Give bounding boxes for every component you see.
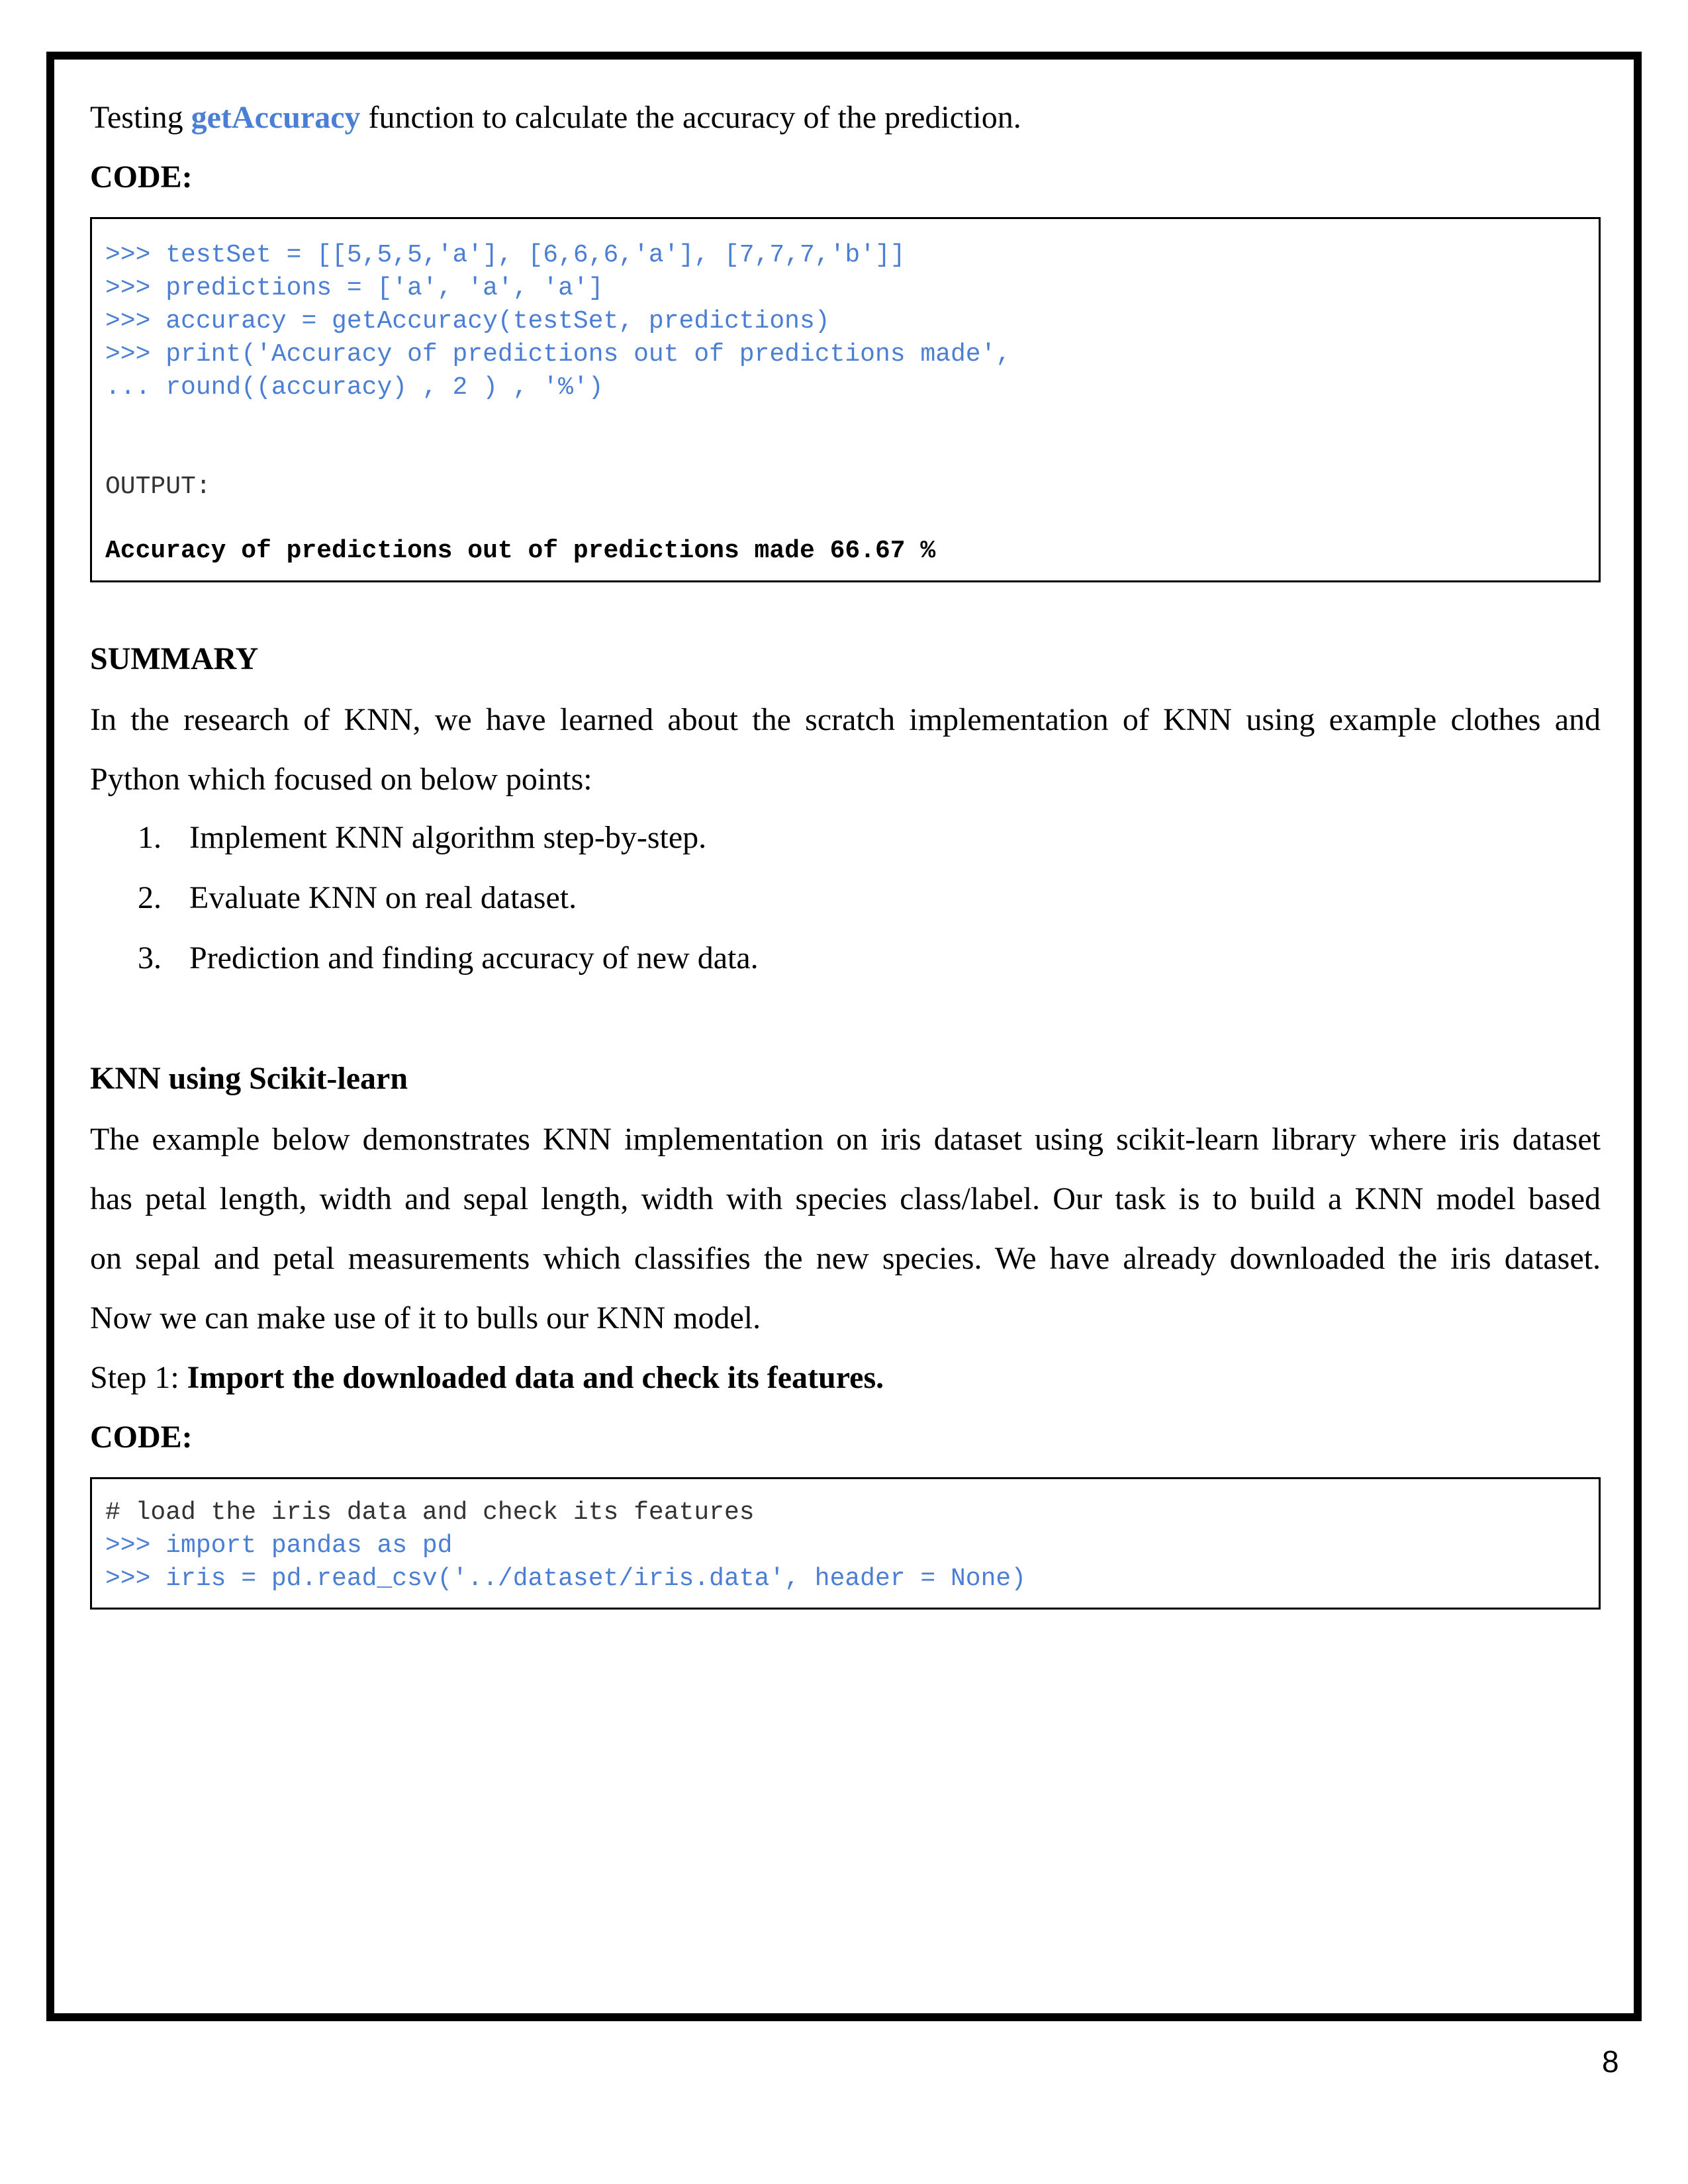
summary-line: In the research of KNN, we have learned … (90, 702, 1601, 737)
code-block: >>> testSet = [[5,5,5,'a'], [6,6,6,'a'],… (90, 217, 1601, 582)
list-number: 3. (138, 940, 162, 976)
intro-suffix: function to calculate the accuracy of th… (360, 100, 1021, 135)
step-prefix: Step 1: (90, 1360, 187, 1395)
function-name: getAccuracy (191, 100, 361, 135)
output-text: Accuracy of predictions out of predictio… (105, 537, 936, 565)
step-line: Step 1: Import the downloaded data and c… (90, 1358, 884, 1398)
code-line: >>> import pandas as pd (105, 1531, 453, 1560)
summary-line: Python which focused on below points: (90, 762, 592, 797)
list-number: 1. (138, 820, 162, 855)
code-line: >>> testSet = [[5,5,5,'a'], [6,6,6,'a'],… (105, 241, 906, 269)
code-block: # load the iris data and check its featu… (90, 1477, 1601, 1610)
list-item: Prediction and finding accuracy of new d… (189, 940, 759, 976)
output-label: OUTPUT: (105, 473, 211, 501)
code-line: >>> iris = pd.read_csv('../dataset/iris.… (105, 1565, 1027, 1593)
code-line: ... round((accuracy) , 2 ) , '%') (105, 373, 604, 402)
list-item: Implement KNN algorithm step-by-step. (189, 820, 707, 855)
paragraph-line: has petal length, width and sepal length… (90, 1181, 1601, 1216)
code-line: >>> print('Accuracy of predictions out o… (105, 340, 1011, 369)
code-label: CODE: (90, 159, 193, 195)
intro-prefix: Testing (90, 100, 191, 135)
intro-line: Testing getAccuracy function to calculat… (90, 98, 1021, 138)
step-text: Import the downloaded data and check its… (187, 1360, 884, 1395)
list-item: Evaluate KNN on real dataset. (189, 880, 577, 915)
paragraph-line: The example below demonstrates KNN imple… (90, 1122, 1601, 1157)
section-heading: KNN using Scikit-learn (90, 1061, 408, 1096)
code-line: >>> predictions = ['a', 'a', 'a'] (105, 274, 604, 302)
list-number: 2. (138, 880, 162, 915)
page-number: 8 (1602, 2044, 1619, 2079)
paragraph-line: Now we can make use of it to bulls our K… (90, 1300, 761, 1336)
code-comment: # load the iris data and check its featu… (105, 1498, 755, 1527)
summary-heading: SUMMARY (90, 641, 259, 676)
code-label: CODE: (90, 1420, 193, 1455)
code-line: >>> accuracy = getAccuracy(testSet, pred… (105, 307, 830, 336)
paragraph-line: on sepal and petal measurements which cl… (90, 1241, 1601, 1276)
